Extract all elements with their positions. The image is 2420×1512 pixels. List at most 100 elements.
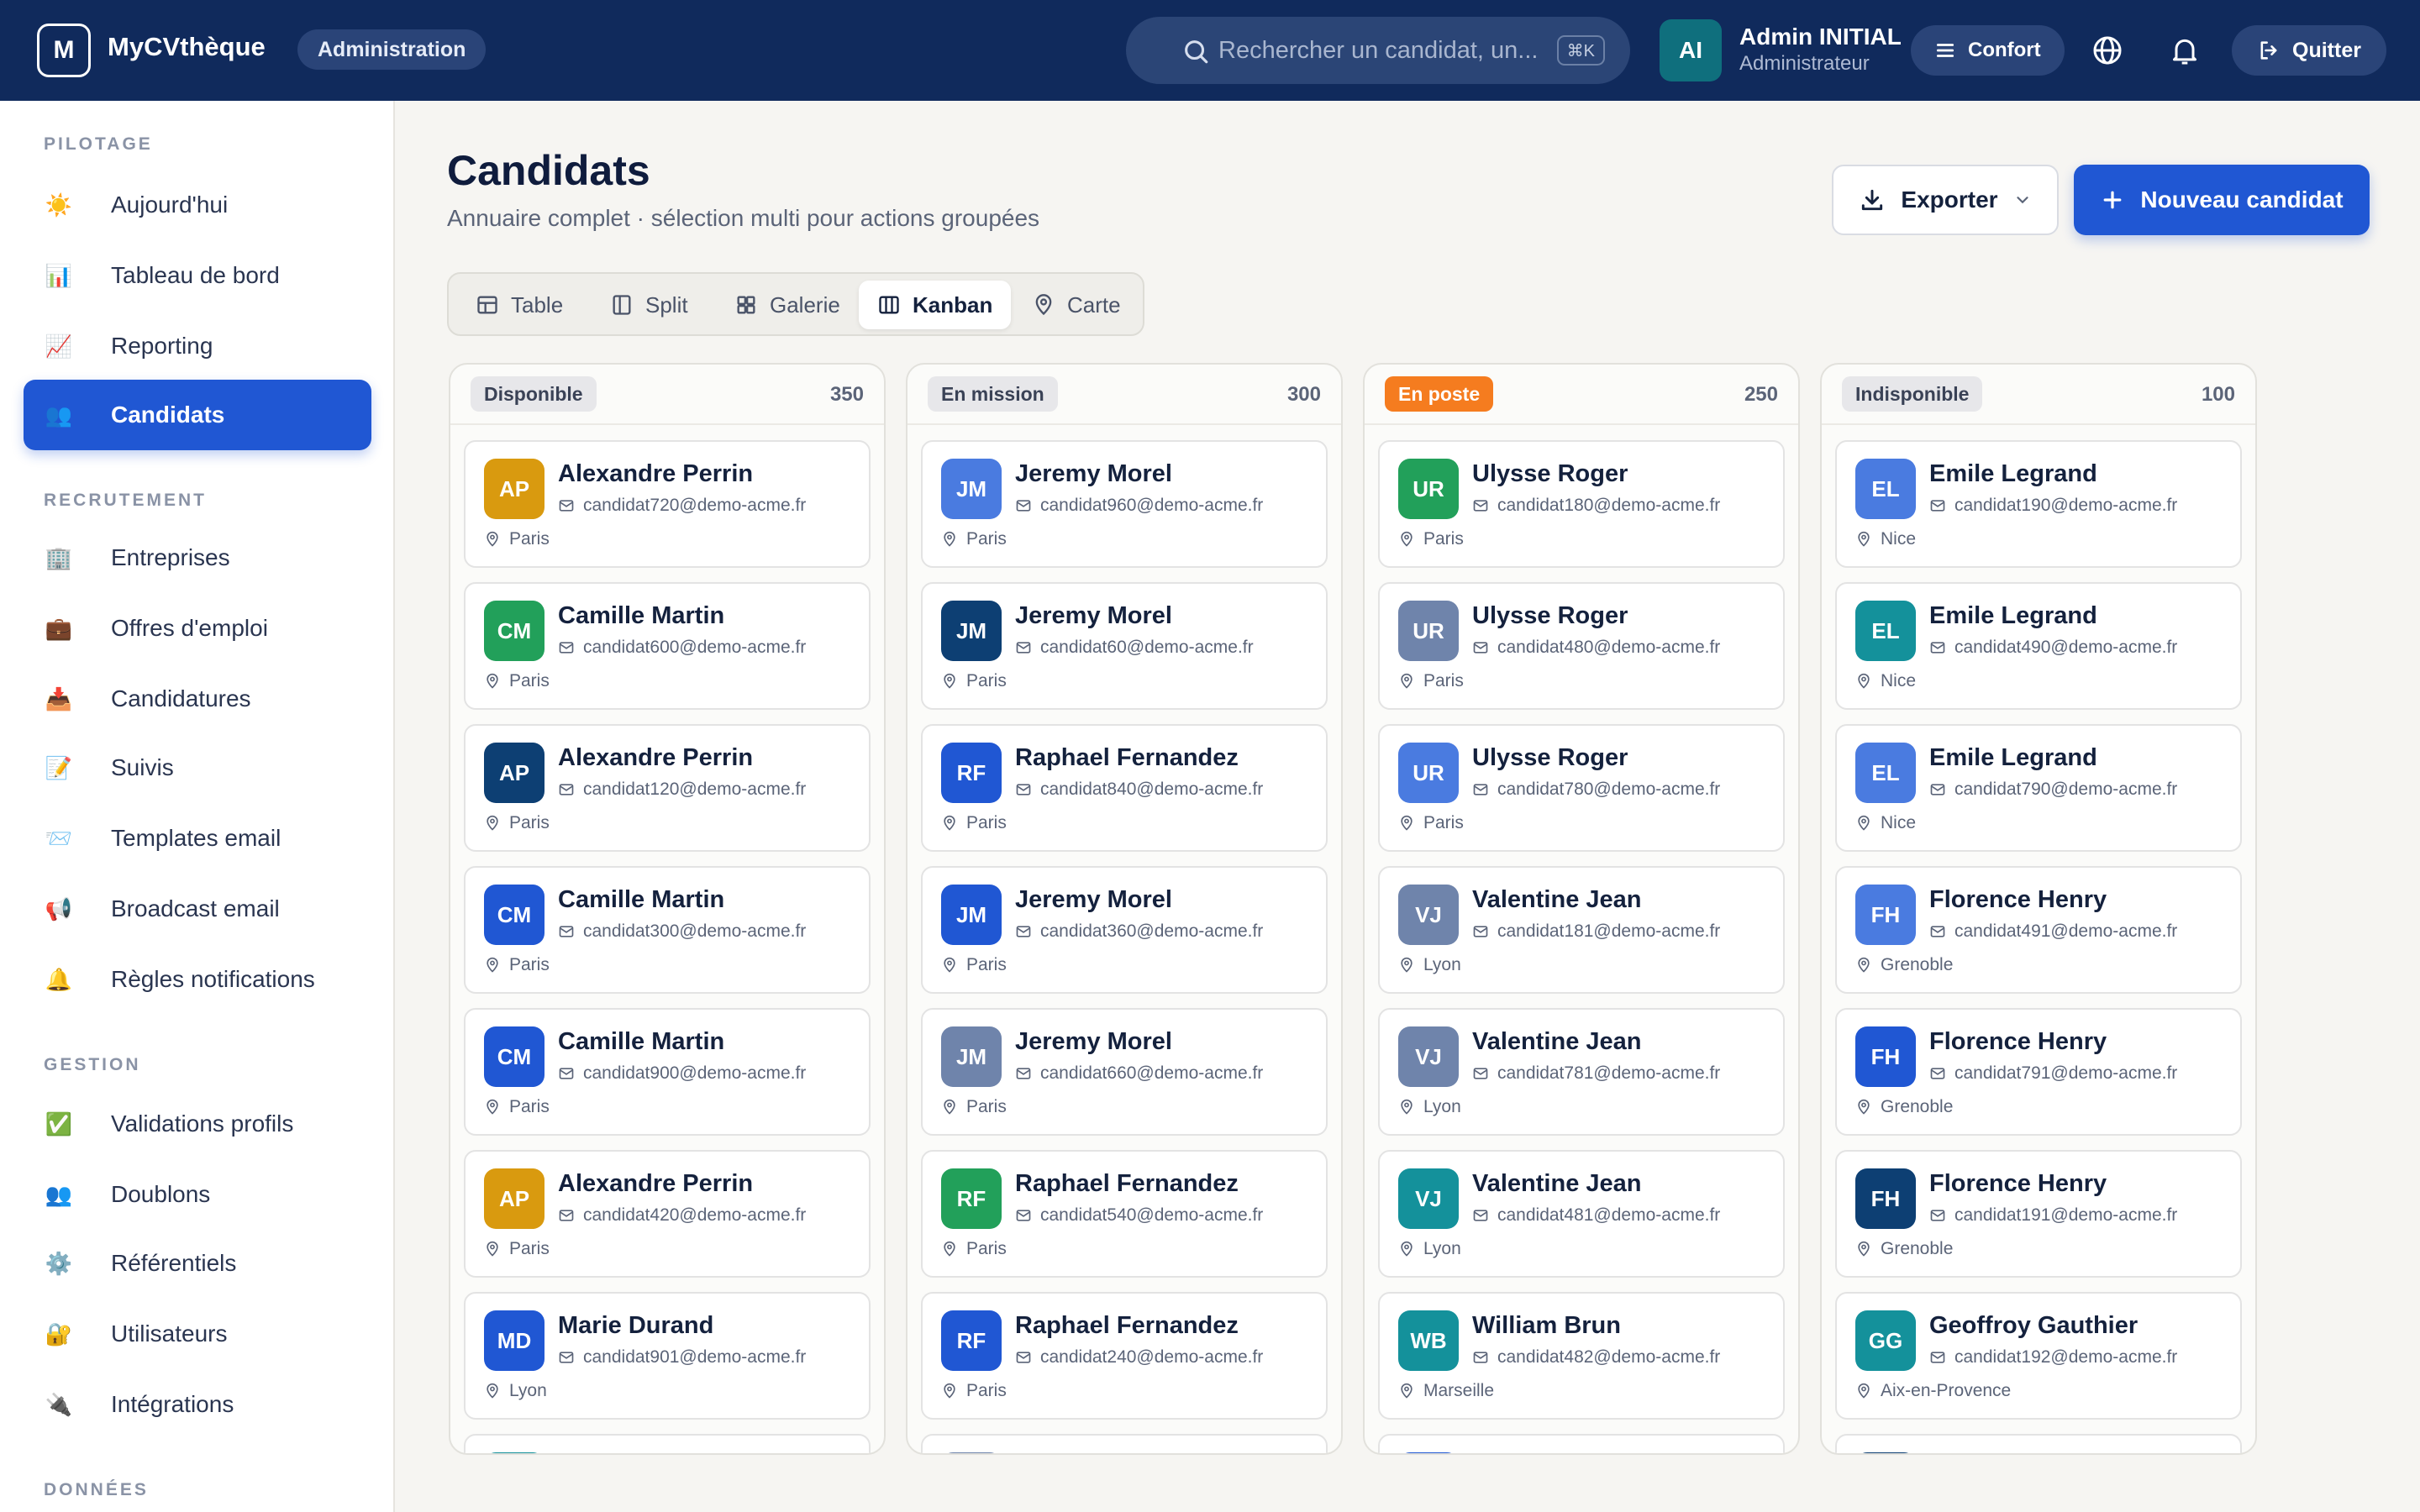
candidate-city: Marseille: [1398, 1381, 1494, 1401]
candidate-city: Paris: [484, 813, 550, 833]
sidebar-item-notification-rules[interactable]: 🔔 Règles notifications: [24, 944, 371, 1015]
sidebar-item-label: Broadcast email: [111, 895, 280, 921]
candidate-card[interactable]: JM Jeremy Morel candidat360@demo-acme.fr Pa…: [921, 866, 1328, 994]
location-pin-icon: [1401, 1383, 1413, 1399]
candidate-name: Camille Martin: [558, 886, 725, 913]
column-count: 250: [1744, 383, 1778, 406]
brand-logo[interactable]: M: [37, 24, 91, 77]
candidate-card[interactable]: VJ Valentine Jean candidat781@demo-acme.fr…: [1378, 1008, 1785, 1136]
sidebar-item-applications[interactable]: 📥 Candidatures: [24, 664, 371, 734]
candidate-card[interactable]: AP Alexandre Perrin candidat420@demo-acme.…: [464, 1150, 871, 1278]
status-badge: En mission: [928, 376, 1058, 412]
candidate-email: candidat660@demo-acme.fr: [1015, 1063, 1263, 1084]
candidate-city: Paris: [941, 1097, 1007, 1117]
candidate-city: Nice: [1855, 529, 1916, 549]
building-icon: 🏢: [45, 544, 73, 570]
candidate-card[interactable]: MD Marie Durand candidat901@demo-acme.fr Ly…: [464, 1292, 871, 1420]
sidebar-item-email-templates[interactable]: 📨 Templates email: [24, 803, 371, 874]
candidate-card[interactable]: CM Camille Martin candidat300@demo-acme.fr…: [464, 866, 871, 994]
candidate-card[interactable]: EL Emile Legrand candidat490@demo-acme.fr N…: [1835, 582, 2242, 710]
sidebar-item-profile-validations[interactable]: ✅ Validations profils: [24, 1089, 371, 1159]
brand-name[interactable]: MyCVthèque: [108, 32, 266, 62]
candidate-card[interactable]: EL Emile Legrand candidat790@demo-acme.fr N…: [1835, 724, 2242, 852]
search-input[interactable]: Rechercher un candidat, un...: [1218, 37, 1538, 65]
tab-table[interactable]: Table: [457, 281, 581, 329]
candidate-email: candidat780@demo-acme.fr: [1472, 780, 1720, 800]
tab-map[interactable]: Carte: [1013, 281, 1139, 329]
sidebar-item-job-offers[interactable]: 💼 Offres d'emploi: [24, 593, 371, 664]
logout-icon: [2260, 41, 2277, 60]
candidate-name: Jeremy Morel: [1015, 886, 1172, 913]
sidebar-item-label: Offres d'emploi: [111, 615, 268, 641]
menu-icon: [1936, 44, 1954, 57]
location-pin-icon: [1401, 1099, 1413, 1115]
candidate-card[interactable]: WB William Brun candidat482@demo-acme.fr Ma…: [1378, 1292, 1785, 1420]
candidate-card[interactable]: [464, 1434, 871, 1453]
candidate-card[interactable]: AP Alexandre Perrin candidat120@demo-acme.…: [464, 724, 871, 852]
sidebar-item-users[interactable]: 🔐 Utilisateurs: [24, 1299, 371, 1369]
sidebar-item-broadcast[interactable]: 📢 Broadcast email: [24, 874, 371, 944]
candidate-avatar: [1855, 1452, 1916, 1453]
user-avatar[interactable]: AI: [1660, 19, 1722, 81]
candidate-email: candidat191@demo-acme.fr: [1929, 1205, 2177, 1226]
candidate-avatar: GG: [1855, 1310, 1916, 1371]
candidate-card[interactable]: FH Florence Henry candidat191@demo-acme.fr…: [1835, 1150, 2242, 1278]
people-icon: 👥: [45, 402, 73, 428]
candidate-card[interactable]: VJ Valentine Jean candidat181@demo-acme.fr…: [1378, 866, 1785, 994]
candidate-email: candidat480@demo-acme.fr: [1472, 638, 1720, 658]
candidate-card[interactable]: CM Camille Martin candidat600@demo-acme.fr…: [464, 582, 871, 710]
sidebar-item-integrations[interactable]: 🔌 Intégrations: [24, 1369, 371, 1440]
candidate-name: Alexandre Perrin: [558, 744, 754, 771]
candidate-card[interactable]: [1835, 1434, 2242, 1453]
candidate-card[interactable]: UR Ulysse Roger candidat180@demo-acme.fr Pa…: [1378, 440, 1785, 568]
candidate-avatar: JM: [941, 601, 1002, 661]
quit-button[interactable]: Quitter: [2232, 25, 2386, 76]
location-pin-icon: [1858, 1383, 1870, 1399]
sidebar-item-companies[interactable]: 🏢 Entreprises: [24, 522, 371, 593]
candidate-card[interactable]: CM Camille Martin candidat900@demo-acme.fr…: [464, 1008, 871, 1136]
sidebar-item-label: Validations profils: [111, 1110, 294, 1137]
grid-icon: [737, 296, 755, 314]
candidate-card[interactable]: RF Raphael Fernandez candidat540@demo-acme…: [921, 1150, 1328, 1278]
candidate-avatar: [1398, 1452, 1459, 1453]
sidebar-item-followups[interactable]: 📝 Suivis: [24, 732, 371, 803]
candidate-card[interactable]: FH Florence Henry candidat791@demo-acme.fr…: [1835, 1008, 2242, 1136]
density-button[interactable]: Confort: [1911, 25, 2065, 76]
notifications-button[interactable]: [2165, 30, 2205, 71]
candidate-card[interactable]: UR Ulysse Roger candidat780@demo-acme.fr Pa…: [1378, 724, 1785, 852]
candidate-card[interactable]: VJ Valentine Jean candidat481@demo-acme.fr…: [1378, 1150, 1785, 1278]
mail-icon: [1473, 784, 1488, 795]
sidebar-item-candidates[interactable]: 👥 Candidats: [24, 380, 371, 450]
language-button[interactable]: [2087, 30, 2128, 71]
candidate-card[interactable]: AP Alexandre Perrin candidat720@demo-acme.…: [464, 440, 871, 568]
tab-gallery[interactable]: Galerie: [716, 281, 859, 329]
mail-icon: [1930, 1068, 1945, 1079]
global-search[interactable]: Rechercher un candidat, un... ⌘K: [1126, 17, 1630, 84]
candidate-card[interactable]: JM Jeremy Morel candidat960@demo-acme.fr Pa…: [921, 440, 1328, 568]
sidebar-item-reporting[interactable]: 📈 Reporting: [24, 311, 371, 381]
sidebar-item-referentials[interactable]: ⚙️ Référentiels: [24, 1228, 371, 1299]
tab-kanban[interactable]: Kanban: [859, 281, 1012, 329]
candidate-city: Lyon: [1398, 1097, 1461, 1117]
candidate-card[interactable]: RF Raphael Fernandez candidat240@demo-acme…: [921, 1292, 1328, 1420]
sidebar-item-today[interactable]: ☀️ Aujourd'hui: [24, 170, 371, 240]
candidate-card[interactable]: RF Raphael Fernandez candidat840@demo-acme…: [921, 724, 1328, 852]
sidebar-item-duplicates[interactable]: 👥 Doublons: [24, 1159, 371, 1230]
candidate-avatar: RF: [941, 743, 1002, 803]
sidebar-item-dashboard[interactable]: 📊 Tableau de bord: [24, 240, 371, 311]
candidate-card[interactable]: JM Jeremy Morel candidat660@demo-acme.fr Pa…: [921, 1008, 1328, 1136]
candidate-avatar: EL: [1855, 601, 1916, 661]
candidate-card[interactable]: [1378, 1434, 1785, 1453]
tab-split[interactable]: Split: [592, 281, 707, 329]
export-button[interactable]: Exporter: [1832, 165, 2059, 235]
candidate-card[interactable]: [921, 1434, 1328, 1453]
candidate-card[interactable]: GG Geoffroy Gauthier candidat192@demo-acme…: [1835, 1292, 2242, 1420]
candidate-card[interactable]: FH Florence Henry candidat491@demo-acme.fr…: [1835, 866, 2242, 994]
candidate-avatar: MD: [484, 1310, 544, 1371]
candidate-card[interactable]: UR Ulysse Roger candidat480@demo-acme.fr Pa…: [1378, 582, 1785, 710]
new-candidate-button[interactable]: Nouveau candidat: [2074, 165, 2370, 235]
candidate-avatar: UR: [1398, 743, 1459, 803]
sidebar-item-label: Templates email: [111, 825, 281, 851]
candidate-card[interactable]: JM Jeremy Morel candidat60@demo-acme.fr Par…: [921, 582, 1328, 710]
candidate-card[interactable]: EL Emile Legrand candidat190@demo-acme.fr N…: [1835, 440, 2242, 568]
